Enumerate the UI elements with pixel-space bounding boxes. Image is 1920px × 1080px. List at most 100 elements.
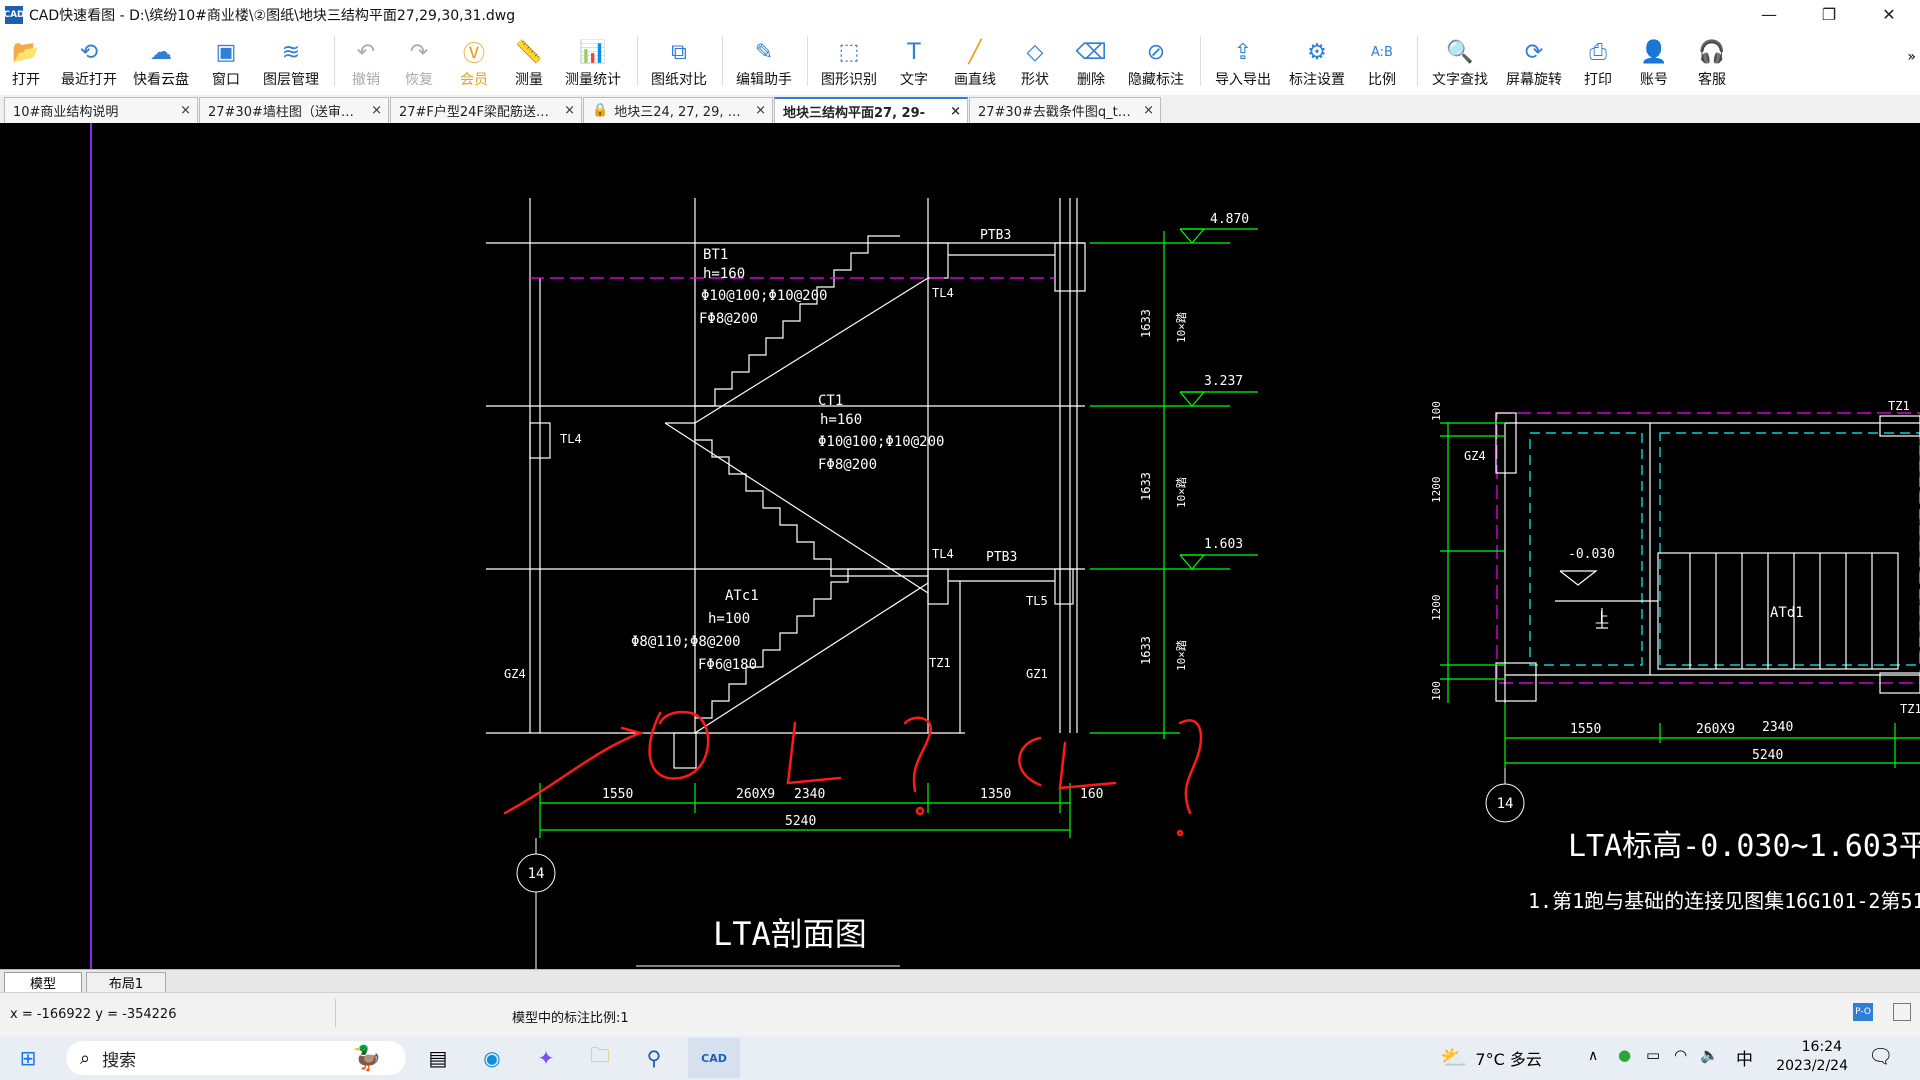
svg-text:260X9: 260X9 xyxy=(736,787,775,802)
status-toggle-icon[interactable]: P-O xyxy=(1853,1003,1873,1021)
ime-indicator[interactable]: 中 xyxy=(1736,1045,1753,1070)
window-button[interactable]: ▣ 窗口 xyxy=(198,29,254,93)
tab-doc-1[interactable]: 10#商业结构说明 × xyxy=(4,97,198,123)
lock-icon: 🔒 xyxy=(592,103,609,118)
cad-app-icon: CAD xyxy=(3,5,25,24)
eye-hide-icon: ⊘ xyxy=(1146,39,1166,65)
red-handwriting xyxy=(503,710,1203,837)
section-title: LTA剖面图 xyxy=(713,915,867,953)
tab-doc-5-active[interactable]: 地块三结构平面27, 29- × xyxy=(774,97,968,123)
compare-button[interactable]: ⧉ 图纸对比 xyxy=(644,29,714,93)
restore-icon[interactable]: ❐ xyxy=(1806,0,1852,29)
svg-text:TZ1: TZ1 xyxy=(1888,399,1910,413)
wechat-tray-icon[interactable]: ● xyxy=(1618,1046,1631,1064)
support-button[interactable]: 🎧 客服 xyxy=(1684,29,1740,93)
tab-doc-6[interactable]: 27#30#去戳条件图q_t… × xyxy=(969,97,1161,123)
annotation-settings-button[interactable]: ⚙ 标注设置 xyxy=(1281,29,1353,93)
svg-text:GZ1: GZ1 xyxy=(1026,667,1048,681)
svg-text:TZ1: TZ1 xyxy=(1900,702,1920,716)
app-icon-blue[interactable]: ⚲ xyxy=(634,1038,674,1078)
folder-open-icon: 📂 xyxy=(12,39,40,65)
svg-text:Φ10@100;Φ10@200: Φ10@100;Φ10@200 xyxy=(818,434,944,450)
close-icon[interactable]: × xyxy=(1143,103,1154,118)
windows-start-icon[interactable]: ⊞ xyxy=(8,1038,48,1078)
edge-icon[interactable]: ◉ xyxy=(472,1038,512,1078)
measure-button[interactable]: 📏 测量 xyxy=(503,29,555,93)
notification-icon[interactable]: 🗨 xyxy=(1868,1044,1893,1068)
toolbar-separator xyxy=(1200,36,1201,86)
scale-button[interactable]: A:B 比例 xyxy=(1355,29,1409,93)
close-icon[interactable]: × xyxy=(180,103,191,118)
delete-button[interactable]: ⌫ 删除 xyxy=(1064,29,1118,93)
draw-line-button[interactable]: ╱ 画直线 xyxy=(944,29,1006,93)
measure-stats-button[interactable]: 📊 测量统计 xyxy=(557,29,629,93)
battery-icon[interactable]: ▭ xyxy=(1646,1046,1660,1064)
svg-text:Φ8@110;Φ8@200: Φ8@110;Φ8@200 xyxy=(631,634,741,650)
clock-icon: ⟲ xyxy=(79,39,99,65)
account-button[interactable]: 👤 账号 xyxy=(1626,29,1682,93)
text-search-button[interactable]: 🔍 文字查找 xyxy=(1424,29,1496,93)
close-icon[interactable]: × xyxy=(950,104,961,119)
toolbar-overflow-button[interactable]: » xyxy=(1907,49,1916,65)
toolbar-separator xyxy=(637,36,638,86)
window-title: CAD快速看图 - D:\缤纷10#商业楼\②图纸\地块三结构平面27,29,3… xyxy=(29,7,516,24)
chevron-up-icon[interactable]: ∧ xyxy=(1588,1048,1598,1064)
taskbar-search-box[interactable]: ⌕ 搜索 🦆 xyxy=(66,1041,406,1075)
close-icon[interactable]: × xyxy=(564,103,575,118)
shape-recognize-button[interactable]: ⬚ 图形识别 xyxy=(814,29,884,93)
svg-text:TZ1: TZ1 xyxy=(929,656,951,670)
search-icon: ⌕ xyxy=(80,1047,91,1069)
vip-button[interactable]: Ⓥ 会员 xyxy=(447,29,501,93)
tab-doc-4[interactable]: 🔒 地块三24, 27, 29, … × xyxy=(583,97,773,123)
copilot-icon[interactable]: ✦ xyxy=(526,1038,566,1078)
import-export-button[interactable]: ⇪ 导入导出 xyxy=(1207,29,1279,93)
task-view-icon[interactable]: ▤ xyxy=(418,1038,458,1078)
rotate-screen-button[interactable]: ⟳ 屏幕旋转 xyxy=(1498,29,1570,93)
tab-doc-2[interactable]: 27#30#墙柱图（送审… × xyxy=(199,97,389,123)
section-structure xyxy=(486,198,1086,769)
tab-model[interactable]: 模型 xyxy=(4,972,82,993)
svg-text:2340: 2340 xyxy=(1762,720,1793,735)
open-button[interactable]: 📂 打开 xyxy=(0,29,52,93)
hide-annotation-button[interactable]: ⊘ 隐藏标注 xyxy=(1120,29,1192,93)
panel-icon[interactable] xyxy=(1893,1003,1911,1021)
drawing-canvas[interactable]: BT1 h=160 Φ10@100;Φ10@200 FΦ8@200 CT1 h=… xyxy=(0,123,1920,969)
layout-tab-bar: 模型 布局1 xyxy=(0,969,1920,993)
cloud-button[interactable]: ☁ 快看云盘 xyxy=(126,29,196,93)
file-explorer-icon[interactable]: 🗀 xyxy=(580,1038,620,1078)
wifi-icon[interactable]: ◠ xyxy=(1674,1046,1687,1064)
close-icon[interactable]: ✕ xyxy=(1866,0,1912,29)
cad-drawing: BT1 h=160 Φ10@100;Φ10@200 FΦ8@200 CT1 h=… xyxy=(90,123,1920,969)
print-button[interactable]: ⎙ 打印 xyxy=(1572,29,1624,93)
recent-button[interactable]: ⟲ 最近打开 xyxy=(54,29,124,93)
eraser-icon: ⌫ xyxy=(1075,39,1107,65)
shapes-button[interactable]: ◇ 形状 xyxy=(1008,29,1062,93)
undo-button[interactable]: ↶ 撤销 xyxy=(341,29,391,93)
svg-text:10×踏: 10×踏 xyxy=(1174,640,1188,671)
tab-layout1[interactable]: 布局1 xyxy=(86,972,166,993)
svg-text:h=100: h=100 xyxy=(708,611,750,627)
clock-time[interactable]: 16:24 xyxy=(1772,1039,1842,1055)
text-button[interactable]: T 文字 xyxy=(886,29,942,93)
tab-doc-3[interactable]: 27#F户型24F梁配筋送… × xyxy=(390,97,582,123)
redo-button[interactable]: ↷ 恢复 xyxy=(393,29,445,93)
edit-assistant-button[interactable]: ✎ 编辑助手 xyxy=(729,29,799,93)
printer-icon: ⎙ xyxy=(1589,39,1607,65)
weather-widget[interactable]: ⛅ 7°C 多云 xyxy=(1440,1042,1542,1074)
volume-icon[interactable]: 🔈 xyxy=(1700,1046,1719,1064)
section-labels: BT1 h=160 Φ10@100;Φ10@200 FΦ8@200 CT1 h=… xyxy=(504,228,1048,681)
svg-text:160: 160 xyxy=(1080,787,1103,802)
rotate-screen-icon: ⟳ xyxy=(1524,39,1544,65)
close-icon[interactable]: × xyxy=(755,103,766,118)
coordinate-readout: x = -166922 y = -354226 xyxy=(10,1007,177,1022)
close-icon[interactable]: × xyxy=(371,103,382,118)
minimize-icon[interactable]: — xyxy=(1746,0,1792,29)
cad-taskbar-icon[interactable]: CAD xyxy=(688,1038,740,1078)
svg-text:1200: 1200 xyxy=(1430,595,1443,622)
svg-text:-0.030: -0.030 xyxy=(1568,547,1615,562)
clock-date[interactable]: 2023/2/24 xyxy=(1768,1058,1848,1074)
measure-stats-icon: 📊 xyxy=(579,39,607,65)
undo-icon: ↶ xyxy=(356,39,376,65)
svg-text:10×踏: 10×踏 xyxy=(1174,312,1188,343)
layer-manager-button[interactable]: ≋ 图层管理 xyxy=(256,29,326,93)
